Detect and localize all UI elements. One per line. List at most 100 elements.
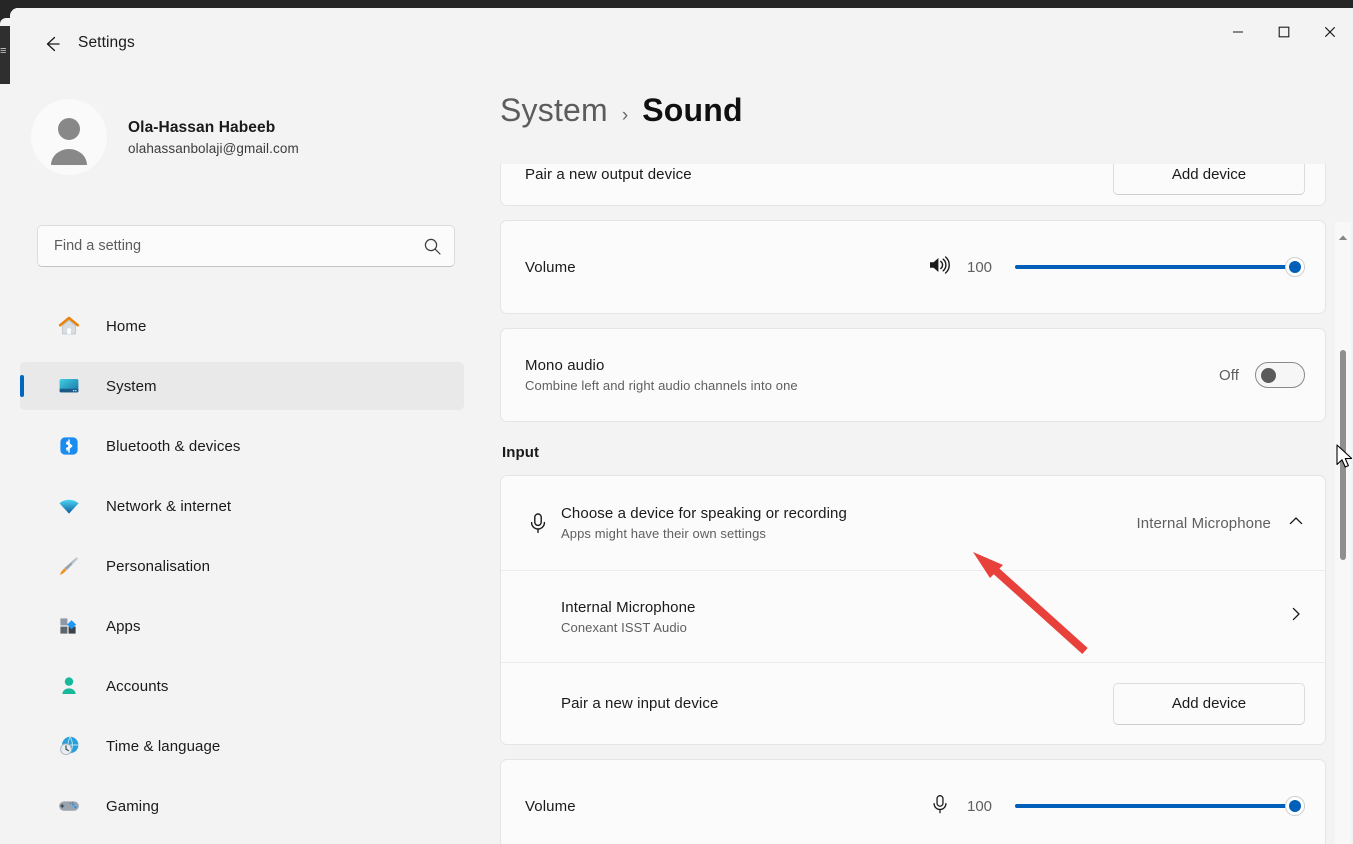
row-texts: Pair a new input device	[561, 695, 1113, 712]
search-input[interactable]	[54, 238, 423, 254]
input-volume-value: 100	[967, 797, 993, 815]
input-volume-slider[interactable]	[1015, 795, 1305, 817]
home-icon	[56, 313, 82, 339]
row-right: Off	[1219, 362, 1305, 388]
row-title: Pair a new input device	[561, 695, 719, 712]
app-title: Settings	[78, 34, 135, 51]
profile-email: olahassanbolaji@gmail.com	[128, 140, 299, 156]
slider-fill	[1015, 804, 1305, 808]
sidebar-item-label: Personalisation	[106, 557, 211, 575]
mono-audio-card: Mono audio Combine left and right audio …	[500, 328, 1326, 422]
mono-audio-row: Mono audio Combine left and right audio …	[501, 329, 1325, 421]
search-wrapper	[37, 225, 455, 267]
chevron-up-icon[interactable]	[1287, 512, 1305, 535]
search-icon[interactable]	[423, 237, 442, 256]
sidebar-item-bluetooth-and-devices[interactable]: Bluetooth & devices	[20, 422, 464, 470]
row-title: Pair a new output device	[525, 165, 692, 183]
main-content: Pair a new output device Add device Volu…	[468, 72, 1353, 844]
row-texts: Internal Microphone Conexant ISST Audio	[561, 599, 1287, 635]
sidebar-item-label: System	[106, 377, 157, 395]
microphone-icon	[525, 510, 561, 536]
slider-fill	[1015, 265, 1305, 269]
row-texts: Volume	[525, 259, 927, 276]
sidebar-item-home[interactable]: Home	[20, 302, 464, 350]
settings-cards: Pair a new output device Add device Volu…	[500, 164, 1326, 844]
bluetooth-icon	[56, 433, 82, 459]
scrollbar[interactable]	[1335, 222, 1351, 844]
sidebar-item-accounts[interactable]: Accounts	[20, 662, 464, 710]
pair-new-output-device-row: Pair a new output device Add device	[501, 164, 1325, 205]
sidebar-item-label: Gaming	[106, 797, 160, 815]
microphone-icon	[927, 792, 953, 821]
sidebar-item-label: Home	[106, 317, 147, 335]
breadcrumb-separator: ›	[621, 105, 629, 126]
scroll-up-arrow-icon[interactable]	[1338, 228, 1348, 246]
sidebar-item-personalisation[interactable]: Personalisation	[20, 542, 464, 590]
background-window-glyph: ≡	[0, 45, 7, 57]
sidebar-item-gaming[interactable]: Gaming	[20, 782, 464, 830]
wifi-icon	[56, 493, 82, 519]
back-button[interactable]	[34, 28, 70, 60]
sidebar-item-label: Accounts	[106, 677, 169, 695]
row-subtitle: Combine left and right audio channels in…	[525, 378, 798, 393]
close-button[interactable]	[1307, 8, 1353, 56]
minimize-icon	[1233, 31, 1243, 33]
sidebar: Ola-Hassan Habeeb olahassanbolaji@gmail.…	[10, 72, 468, 844]
search-box[interactable]	[37, 225, 455, 267]
profile-section[interactable]: Ola-Hassan Habeeb olahassanbolaji@gmail.…	[31, 99, 299, 175]
settings-window: Settings Ola-Hassan Habeeb olahassanbola…	[10, 8, 1353, 844]
add-device-button-output[interactable]: Add device	[1113, 164, 1305, 195]
output-pair-card: Pair a new output device Add device	[500, 164, 1326, 206]
output-volume-value: 100	[967, 258, 993, 276]
output-volume-control: 100	[927, 253, 1305, 282]
row-title: Internal Microphone	[561, 598, 696, 616]
row-right	[1287, 605, 1305, 628]
clock-globe-icon	[56, 733, 82, 759]
choose-input-device-row[interactable]: Choose a device for speaking or recordin…	[501, 476, 1325, 570]
row-title: Volume	[525, 797, 576, 815]
row-title: Choose a device for speaking or recordin…	[561, 505, 847, 522]
speaker-volume-icon	[927, 253, 953, 282]
sidebar-nav: Home System Bluetooth & devices Network …	[20, 302, 464, 842]
profile-text: Ola-Hassan Habeeb olahassanbolaji@gmail.…	[128, 119, 299, 156]
input-device-card: Choose a device for speaking or recordin…	[500, 475, 1326, 745]
sidebar-item-apps[interactable]: Apps	[20, 602, 464, 650]
mono-audio-toggle[interactable]	[1255, 362, 1305, 388]
output-volume-row: Volume 100	[501, 221, 1325, 313]
gamepad-icon	[56, 793, 82, 819]
sidebar-item-label: Network & internet	[106, 497, 232, 515]
system-monitor-icon	[56, 373, 82, 399]
minimize-button[interactable]	[1215, 8, 1261, 56]
pair-new-input-device-row: Pair a new input device Add device	[501, 662, 1325, 744]
output-volume-slider[interactable]	[1015, 256, 1305, 278]
paintbrush-icon	[56, 553, 82, 579]
sidebar-item-label: Time & language	[106, 737, 221, 755]
slider-thumb[interactable]	[1285, 796, 1305, 816]
row-subtitle: Apps might have their own settings	[561, 526, 767, 541]
breadcrumb-parent[interactable]: System	[500, 92, 608, 129]
sidebar-item-label: Apps	[106, 617, 141, 635]
chevron-right-icon[interactable]	[1287, 605, 1305, 628]
internal-microphone-row[interactable]: Internal Microphone Conexant ISST Audio	[501, 570, 1325, 662]
window-controls	[1215, 8, 1353, 56]
selected-input-device-value: Internal Microphone	[1136, 514, 1271, 532]
input-volume-control: 100	[927, 792, 1305, 821]
title-bar: Settings	[10, 8, 1353, 72]
sidebar-item-system[interactable]: System	[20, 362, 464, 410]
sidebar-item-network-and-internet[interactable]: Network & internet	[20, 482, 464, 530]
slider-thumb[interactable]	[1285, 257, 1305, 277]
add-device-button-input[interactable]: Add device	[1113, 682, 1305, 725]
input-volume-card: Volume 100	[500, 759, 1326, 844]
accounts-person-icon	[56, 673, 82, 699]
settings-scroll-area: Pair a new output device Add device Volu…	[468, 164, 1353, 844]
avatar	[31, 99, 107, 175]
row-right: Internal Microphone	[1137, 512, 1305, 535]
row-subtitle: Conexant ISST Audio	[561, 619, 687, 635]
breadcrumb: System › Sound	[500, 92, 743, 129]
scrollbar-thumb[interactable]	[1340, 350, 1346, 560]
row-texts: Volume	[525, 798, 927, 815]
toggle-knob	[1261, 368, 1276, 383]
maximize-button[interactable]	[1261, 8, 1307, 56]
sidebar-item-time-and-language[interactable]: Time & language	[20, 722, 464, 770]
back-arrow-icon	[46, 36, 60, 52]
